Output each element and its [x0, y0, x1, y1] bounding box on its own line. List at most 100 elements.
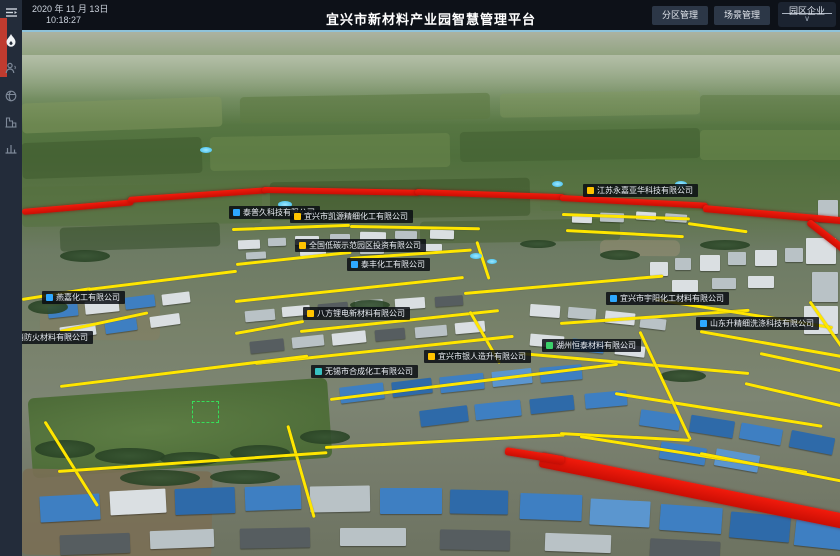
- company-label-text: 全国低碳示范园区投资有限公司: [309, 242, 421, 250]
- company-label-text: 湖州恒泰材料有限公司: [556, 342, 636, 350]
- person-icon[interactable]: [0, 58, 22, 78]
- company-label[interactable]: 八方锂电新材料有限公司: [303, 307, 410, 320]
- marker-icon: [546, 342, 553, 349]
- company-label-text: 无锡市合成化工有限公司: [325, 368, 413, 376]
- farm-field: [22, 137, 203, 179]
- flame-icon[interactable]: [0, 30, 22, 50]
- company-label-text: 山东升精细洗涤科技有限公司: [710, 320, 814, 328]
- tree-cluster: [60, 250, 110, 262]
- building: [175, 487, 236, 515]
- building: [238, 240, 260, 250]
- top-header-bar: 2020 年 11 月 13日 10:18:27 宜兴市新材料产业园智慧管理平台…: [22, 0, 840, 30]
- building: [728, 252, 746, 265]
- marker-icon: [299, 242, 306, 249]
- tree-cluster: [120, 470, 200, 486]
- building: [240, 527, 310, 548]
- pond: [487, 259, 497, 264]
- marker-icon: [46, 294, 53, 301]
- building: [659, 504, 723, 534]
- pond: [552, 181, 563, 187]
- chevron-down-icon: ∨: [778, 14, 836, 23]
- farm-field: [500, 90, 700, 117]
- company-label[interactable]: 泰丰化工有限公司: [347, 258, 430, 271]
- company-label-text: 宜兴市银人造升有限公司: [438, 353, 526, 361]
- marker-icon: [351, 261, 358, 268]
- company-label[interactable]: 全国低碳示范园区投资有限公司: [295, 239, 426, 252]
- building: [520, 493, 583, 521]
- scene-management-button[interactable]: 场景管理: [714, 6, 770, 25]
- tree-cluster: [300, 430, 350, 444]
- menu-icon[interactable]: [0, 2, 22, 22]
- farm-field: [240, 93, 490, 123]
- farm-field: [700, 95, 840, 121]
- company-label[interactable]: 燕嘉化工有限公司: [42, 291, 125, 304]
- marker-icon: [700, 320, 707, 327]
- marker-icon: [315, 368, 322, 375]
- building: [812, 272, 838, 302]
- bar-chart-icon[interactable]: [0, 138, 22, 158]
- building: [340, 528, 406, 546]
- company-label-text: 宜兴市凯源精细化工有限公司: [304, 213, 408, 221]
- pond: [470, 253, 482, 259]
- tree-cluster: [95, 448, 165, 464]
- company-label-text: 市克消防火材料有限公司: [22, 334, 88, 342]
- marker-icon: [610, 295, 617, 302]
- company-label-text: 江苏永嘉亚华科技有限公司: [597, 187, 693, 195]
- building: [150, 529, 215, 549]
- building: [675, 258, 691, 270]
- building: [435, 295, 464, 307]
- building: [310, 485, 370, 512]
- header-divider: [22, 30, 840, 32]
- marker-icon: [294, 213, 301, 220]
- left-toolbar: [0, 0, 22, 556]
- building: [748, 276, 774, 288]
- marker-icon: [233, 209, 240, 216]
- company-label[interactable]: 市克消防火材料有限公司: [22, 331, 93, 344]
- globe-icon[interactable]: [0, 86, 22, 106]
- company-label[interactable]: 湖州恒泰材料有限公司: [542, 339, 641, 352]
- building: [60, 533, 131, 555]
- company-label-text: 宜兴市宇阳化工材料有限公司: [620, 295, 724, 303]
- pond: [200, 147, 212, 153]
- company-label[interactable]: 宜兴市银人造升有限公司: [424, 350, 531, 363]
- building: [700, 255, 720, 271]
- company-label[interactable]: 宜兴市凯源精细化工有限公司: [290, 210, 413, 223]
- tree-cluster: [600, 250, 640, 260]
- building: [568, 307, 597, 320]
- park-enterprise-dropdown[interactable]: 园区企业 ∨: [778, 2, 836, 27]
- building: [530, 304, 561, 318]
- building: [650, 538, 721, 556]
- building: [395, 231, 417, 239]
- building: [109, 489, 166, 516]
- selection-box: [192, 401, 219, 423]
- building: [440, 529, 510, 550]
- building: [785, 248, 803, 262]
- company-label-text: 泰丰化工有限公司: [361, 261, 425, 269]
- map-3d-view[interactable]: 泰普久科技有限公司宜兴市凯源精细化工有限公司全国低碳示范园区投资有限公司泰丰化工…: [22, 30, 840, 556]
- marker-icon: [587, 187, 594, 194]
- map-world: 泰普久科技有限公司宜兴市凯源精细化工有限公司全国低碳示范园区投资有限公司泰丰化工…: [22, 30, 840, 556]
- building: [589, 498, 650, 527]
- company-label[interactable]: 宜兴市宇阳化工材料有限公司: [606, 292, 729, 305]
- building: [245, 485, 302, 511]
- farm-field: [210, 133, 451, 171]
- marker-icon: [428, 353, 435, 360]
- zone-management-button[interactable]: 分区管理: [652, 6, 708, 25]
- building: [380, 488, 442, 514]
- building: [430, 230, 454, 239]
- building: [672, 280, 698, 292]
- tree-cluster: [210, 470, 280, 484]
- marker-icon: [307, 310, 314, 317]
- tree-cluster: [700, 240, 750, 250]
- company-label[interactable]: 江苏永嘉亚华科技有限公司: [583, 184, 698, 197]
- park-enterprise-label: 园区企业: [782, 2, 832, 14]
- building: [545, 533, 612, 553]
- farm-field: [700, 130, 840, 160]
- building: [268, 238, 286, 247]
- company-label[interactable]: 山东升精细洗涤科技有限公司: [696, 317, 819, 330]
- company-label-text: 燕嘉化工有限公司: [56, 294, 120, 302]
- factory-icon[interactable]: [0, 112, 22, 132]
- tree-cluster: [660, 370, 706, 382]
- company-label[interactable]: 无锡市合成化工有限公司: [311, 365, 418, 378]
- company-label-text: 八方锂电新材料有限公司: [317, 310, 405, 318]
